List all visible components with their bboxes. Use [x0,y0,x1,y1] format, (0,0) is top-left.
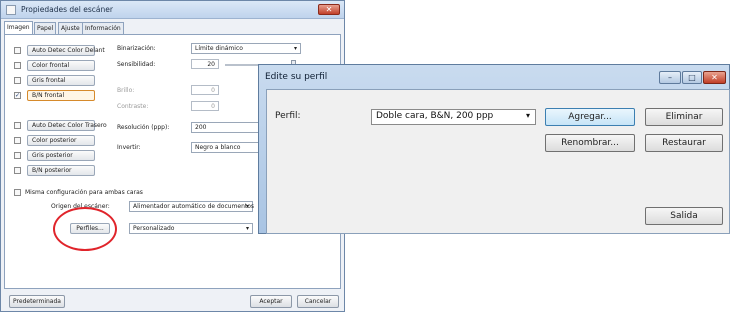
maximize-button[interactable]: □ [682,71,702,84]
source-select[interactable]: Alimentador automático de documentos ▾ [129,201,255,212]
image-button-bw-front[interactable]: B/N frontal [27,90,95,101]
close-icon: ✕ [711,73,718,82]
scanner-app-icon [6,5,16,15]
brightness-label: Brillo: [117,87,135,94]
checkbox-gray-front[interactable] [14,77,21,84]
profile-combo-value: Doble cara, B&N, 200 ppp [376,111,494,121]
contrast-input[interactable]: 0 [191,101,219,111]
image-button-auto-front[interactable]: Auto Detec Color Delant [27,45,105,56]
invert-select[interactable]: Negro a blanco [191,142,259,153]
profile-value: Personalizado [133,225,175,232]
resolution-value: 200 [195,124,207,131]
same-config-label: Misma configuración para ambas caras [25,189,143,196]
checkbox-bw-front[interactable]: ✓ [14,92,21,99]
sensitivity-input[interactable]: 20 [191,59,219,69]
add-button[interactable]: Agregar... [545,108,635,126]
maximize-icon: □ [688,73,696,82]
cancel-button[interactable]: Cancelar [297,295,339,308]
image-button-gray-back[interactable]: Gris posterior [27,150,95,161]
tab-papel[interactable]: Papel [34,22,57,34]
tab-imagen[interactable]: Imagen [4,21,33,34]
brightness-input[interactable]: 0 [191,85,219,95]
profile-combo[interactable]: Doble cara, B&N, 200 ppp ▾ [371,109,536,125]
edit-profile-dialog: Edite su perfil – □ ✕ Perfil: Doble cara… [258,64,730,234]
chevron-down-icon: ▾ [293,45,297,52]
checkbox-auto-back[interactable] [14,122,21,129]
resolution-label: Resolución (ppp): [117,124,170,131]
checkbox-color-front[interactable] [14,62,21,69]
sensitivity-label: Sensibilidad: [117,61,156,68]
accept-button[interactable]: Aceptar [250,295,292,308]
checkbox-auto-front[interactable] [14,47,21,54]
checkbox-gray-back[interactable] [14,152,21,159]
resolution-select[interactable]: 200 [191,122,259,133]
restore-button[interactable]: Restaurar [645,134,723,152]
checkbox-bw-back[interactable] [14,167,21,174]
checkbox-same-config[interactable] [14,189,21,196]
tab-ajuste[interactable]: Ajuste [58,22,83,34]
rename-button[interactable]: Renombrar... [545,134,635,152]
source-value: Alimentador automático de documentos [133,203,255,210]
checkbox-color-back[interactable] [14,137,21,144]
image-button-color-front[interactable]: Color frontal [27,60,95,71]
title-bar: Propiedades del escáner ✕ [1,1,344,19]
chevron-down-icon: ▾ [245,225,249,232]
close-button[interactable]: ✕ [318,4,340,15]
chevron-down-icon: ▾ [245,203,249,210]
dialog-client-area: Perfil: Doble cara, B&N, 200 ppp ▾ Agreg… [266,89,730,234]
close-button[interactable]: ✕ [703,71,726,84]
binarization-select[interactable]: Límite dinámico ▾ [191,43,301,54]
minimize-icon: – [668,73,672,82]
profile-label: Perfil: [275,111,301,121]
dialog-title: Edite su perfil [265,72,328,82]
dialog-title-bar: Edite su perfil – □ ✕ [259,65,729,87]
default-button[interactable]: Predeterminada [9,295,65,308]
tab-informacion[interactable]: Información [82,22,124,34]
binarization-value: Límite dinámico [195,45,243,52]
invert-value: Negro a blanco [195,144,241,151]
close-icon: ✕ [325,5,333,14]
image-button-bw-back[interactable]: B/N posterior [27,165,95,176]
delete-button[interactable]: Eliminar [645,108,723,126]
minimize-button[interactable]: – [659,71,681,84]
image-button-color-back[interactable]: Color posterior [27,135,95,146]
image-button-gray-front[interactable]: Gris frontal [27,75,95,86]
highlight-circle [53,207,117,251]
profile-select[interactable]: Personalizado ▾ [129,223,253,234]
contrast-label: Contraste: [117,103,149,110]
exit-button[interactable]: Salida [645,207,723,225]
chevron-down-icon: ▾ [525,111,530,120]
image-button-auto-back[interactable]: Auto Detec Color Trasero [27,120,107,131]
invert-label: Invertir: [117,144,141,151]
binarization-label: Binarización: [117,45,156,52]
window-title: Propiedades del escáner [21,5,113,14]
